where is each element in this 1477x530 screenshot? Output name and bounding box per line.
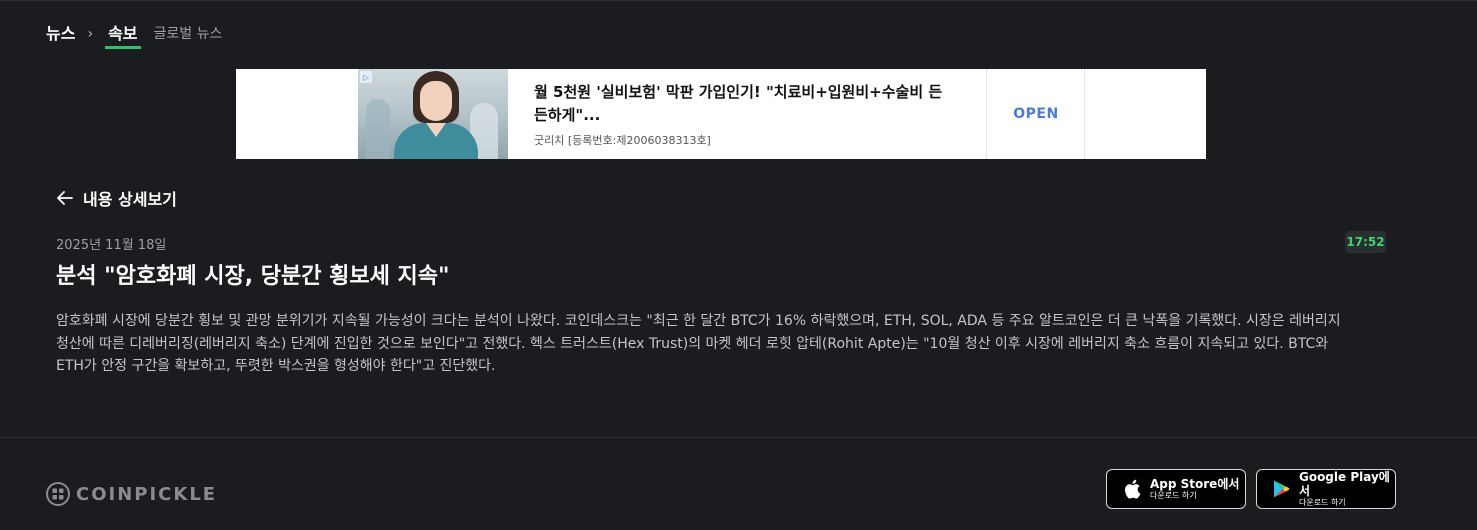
- article-date: 2025년 11월 18일: [56, 238, 167, 253]
- ad-choices-icon[interactable]: ▷: [360, 71, 372, 83]
- footer-divider: [0, 437, 1477, 438]
- article-headline: 분석 "암호화폐 시장, 당분간 횡보세 지속": [56, 264, 450, 289]
- ad-banner[interactable]: ▷ 월 5천원 '실비보험' 막판 가입인기! "치료비+입원비+수술비 든든하…: [236, 69, 1206, 159]
- chevron-right-icon: ›: [87, 26, 94, 42]
- logo-text: COINPICKLE: [76, 483, 218, 505]
- google-play-icon: [1273, 480, 1290, 498]
- top-divider: [0, 0, 1477, 1]
- ad-title[interactable]: 월 5천원 '실비보험' 막판 가입인기! "치료비+입원비+수술비 든든하게"…: [534, 81, 954, 127]
- ad-source: 굿리치 [등록번호:제2006038313호]: [534, 134, 711, 147]
- ad-divider: [1084, 69, 1085, 159]
- apple-icon: [1125, 479, 1141, 499]
- breadcrumb: 뉴스 › 속보 글로벌 뉴스: [46, 22, 222, 50]
- google-play-label: Google Play에서: [1298, 470, 1390, 498]
- google-play-sublabel: 다운로드 하기: [1298, 498, 1346, 507]
- tab-global-news[interactable]: 글로벌 뉴스: [154, 22, 223, 46]
- ad-image[interactable]: ▷: [358, 69, 508, 159]
- time-badge: 17:52: [1345, 231, 1386, 253]
- google-play-button[interactable]: Google Play에서 다운로드 하기: [1256, 469, 1396, 509]
- app-store-sublabel: 다운로드 하기: [1150, 491, 1197, 500]
- app-store-button[interactable]: App Store에서 다운로드 하기: [1106, 469, 1246, 509]
- coinpickle-logo[interactable]: COINPICKLE: [46, 482, 217, 506]
- ad-open-button[interactable]: OPEN: [987, 69, 1085, 159]
- back-button[interactable]: 내용 상세보기: [56, 186, 177, 210]
- page: 뉴스 › 속보 글로벌 뉴스 ▷ 월 5천원 '실비보험' 막판 가입인기! "…: [0, 0, 1477, 530]
- coinpickle-logo-icon: [46, 482, 70, 506]
- back-label: 내용 상세보기: [83, 190, 177, 209]
- tab-breaking-label: 속보: [108, 24, 138, 43]
- app-store-label: App Store에서: [1150, 477, 1240, 491]
- active-tab-indicator: [105, 46, 141, 49]
- tab-breaking[interactable]: 속보: [105, 22, 141, 49]
- back-arrow-icon: [57, 191, 73, 205]
- breadcrumb-news[interactable]: 뉴스: [46, 22, 75, 46]
- article-body: 암호화폐 시장에 당분간 횡보 및 관망 분위기가 지속될 가능성이 크다는 분…: [56, 313, 1341, 374]
